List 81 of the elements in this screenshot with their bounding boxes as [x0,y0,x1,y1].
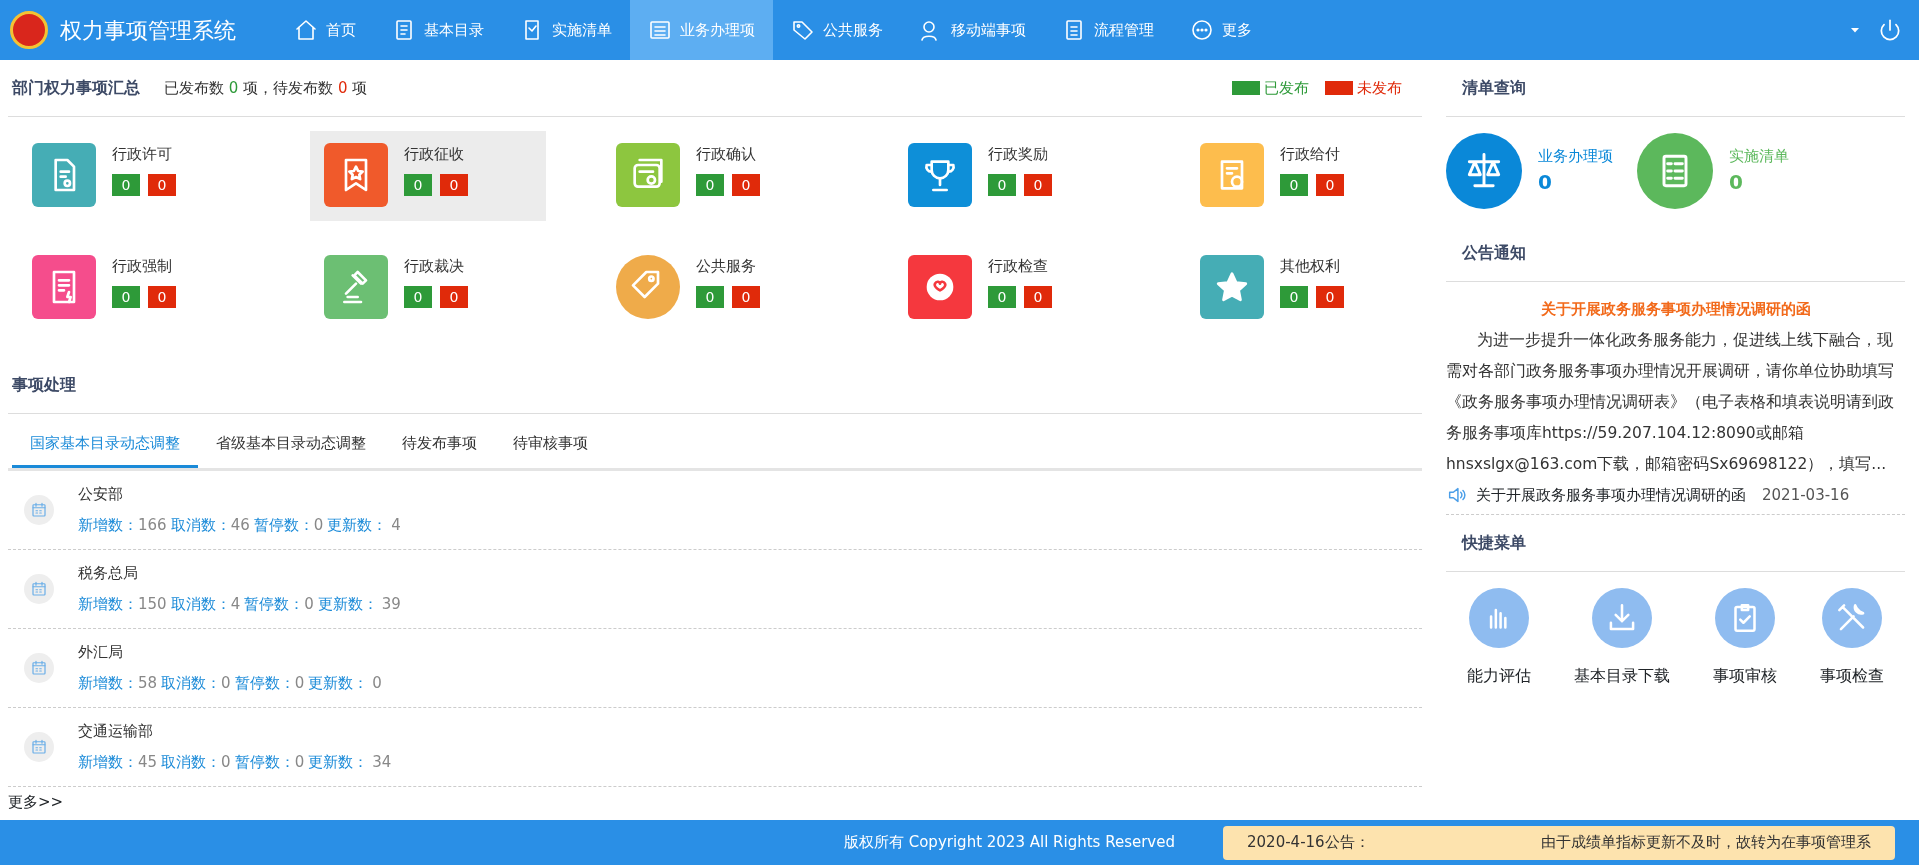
pending-count: 0 [148,285,176,308]
category-name: 其他权利 [1280,256,1341,277]
query-label[interactable]: 业务办理项 [1538,144,1613,168]
published-count: 0 [404,173,432,196]
category-item[interactable]: 行政强制 0 0 [18,243,254,333]
query-count: 0 [1729,169,1744,197]
category-item[interactable]: 行政奖励 0 0 [894,131,1130,221]
section-title: 事项处理 [12,375,76,394]
emblem-icon [10,11,48,49]
category-item[interactable]: 行政征收 0 0 [310,131,546,221]
notice-link[interactable]: 关于开展政务服务事项办理情况调研的函 [1476,483,1746,506]
stats-text: 新增数：45 取消数：0 暂停数：0 更新数： 34 [78,751,392,773]
category-name: 行政检查 [988,256,1049,277]
category-item[interactable]: 行政给付 0 0 [1186,131,1422,221]
home-icon [294,18,318,42]
category-name: 行政裁决 [404,256,465,277]
category-item[interactable]: 行政检查 0 0 [894,243,1130,333]
category-item[interactable]: 行政裁决 0 0 [310,243,546,333]
published-count: 0 [988,173,1016,196]
notice-body: 为进一步提升一体化政务服务能力，促进线上线下融合，现需对各部门政务服务事项办理情况开展调研，请你单位协助填写《政务服务事项办理情况调研表》（电子表格和填表说明请到政务服务事项库https://59.207.104.12:8090或邮箱hnsxslgx@163.com下载，邮箱密码Sx69698122），填写... [1446,329,1895,475]
notice-date: 2021-03-16 [1762,484,1850,506]
stats-text: 新增数：150 取消数：4 暂停数：0 更新数： 39 [78,593,401,615]
calendar-icon [24,652,54,683]
stats-text: 新增数：166 取消数：46 暂停数：0 更新数： 4 [78,514,401,536]
pending-count: 0 [148,173,176,196]
tab[interactable]: 待审核事项 [495,422,606,468]
legend-label: 未发布 [1357,77,1402,99]
published-count: 0 [1280,285,1308,308]
section-title: 清单查询 [1462,78,1526,97]
pending-count: 0 [440,173,468,196]
tab[interactable]: 待发布事项 [384,422,495,468]
pending-count: 0 [1316,285,1344,308]
tab[interactable]: 国家基本目录动态调整 [12,422,198,468]
category-name: 行政奖励 [988,144,1049,165]
section-title: 快捷菜单 [1462,533,1526,552]
app-title: 权力事项管理系统 [60,16,236,45]
pending-count: 0 [1024,173,1052,196]
pending-count: 0 [1024,285,1052,308]
calendar-icon [24,573,54,604]
published-count: 0 [696,173,724,196]
notice-ticker: 由于成绩单指标更新不及时，故转为在事项管理系 [1541,832,1871,854]
more-link[interactable]: 更多>> [8,790,64,813]
pending-count: 0 [440,285,468,308]
summary-text: 已发布数 0 项，待发布数 0 项 [164,77,368,99]
category-item[interactable]: 行政许可 0 0 [18,131,254,221]
department-name: 交通运输部 [78,721,154,742]
quick-menu-item[interactable]: 基本目录下载 [1574,588,1671,688]
pending-count: 0 [732,285,760,308]
pending-count: 0 [732,173,760,196]
section-title: 公告通知 [1462,243,1526,262]
published-count: 0 [1280,173,1308,196]
tab[interactable]: 省级基本目录动态调整 [198,422,384,468]
legend-label: 已发布 [1264,77,1309,99]
published-count: 0 [696,285,724,308]
department-name: 税务总局 [78,563,139,584]
published-count: 0 [404,285,432,308]
department-name: 公安部 [78,484,124,505]
category-name: 公共服务 [696,256,757,277]
category-name: 行政征收 [404,144,465,165]
category-item[interactable]: 其他权利 0 0 [1186,243,1422,333]
section-title: 部门权力事项汇总 [12,77,140,99]
pending-count: 0 [1316,173,1344,196]
tag-icon [791,18,815,42]
published-count: 0 [112,285,140,308]
stats-text: 新增数：58 取消数：0 暂停数：0 更新数： 0 [78,672,382,694]
category-name: 行政许可 [112,144,173,165]
query-count: 0 [1538,169,1553,197]
category-name: 行政给付 [1280,144,1341,165]
notice-label: 2020-4-16公告： [1247,832,1370,854]
more-icon [1190,18,1214,42]
category-name: 行政强制 [112,256,173,277]
published-count: 0 [112,173,140,196]
copyright-text: 版权所有 Copyright 2023 All Rights Reserved [843,832,1175,854]
calendar-icon [24,494,54,525]
department-name: 外汇局 [78,642,124,663]
category-name: 行政确认 [696,144,757,165]
calendar-icon [24,731,54,762]
category-item[interactable]: 公共服务 0 0 [602,243,838,333]
list-icon [648,18,672,42]
category-item[interactable]: 行政确认 0 0 [602,131,838,221]
published-count: 0 [988,285,1016,308]
